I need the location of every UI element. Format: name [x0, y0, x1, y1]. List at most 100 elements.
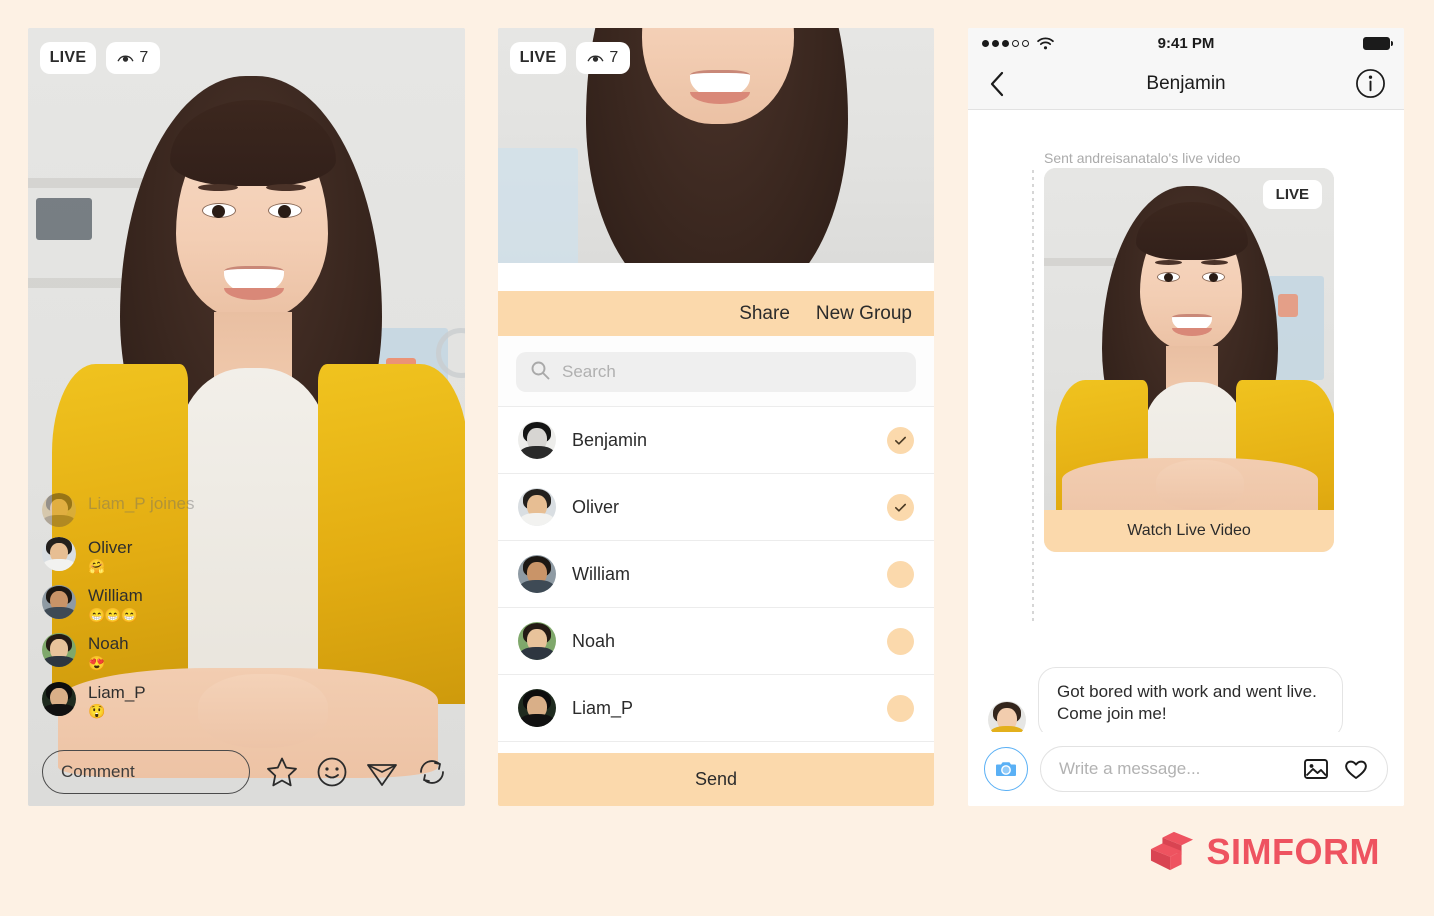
recipient-name: Benjamin: [572, 429, 648, 450]
thread-connector: [1032, 170, 1034, 625]
list-item: William 😁😁😁: [42, 584, 372, 623]
camera-icon[interactable]: [984, 747, 1028, 791]
viewer-count-value: 7: [139, 49, 149, 66]
photo-pupil: [1209, 273, 1218, 282]
list-item: Liam_P 😲: [42, 681, 372, 720]
list-item: Noah 😍: [42, 633, 372, 671]
brand-name: SIMFORM: [1206, 831, 1380, 872]
photo-pupil: [278, 205, 291, 218]
avatar: [42, 681, 76, 716]
live-action-bar: Comment: [42, 750, 451, 794]
status-bar-time: 9:41 PM: [1157, 34, 1215, 52]
live-badge: LIVE: [1262, 180, 1322, 209]
photo-pupil: [1164, 273, 1173, 282]
live-stream-screen: LIVE 7 Liam_P joines Oliver 🤗 William 😁😁…: [28, 28, 465, 806]
search-box[interactable]: [516, 352, 916, 392]
avatar: [518, 488, 556, 526]
comment-author: Liam_P: [88, 682, 146, 702]
ios-status-bar: 9:41 PM: [968, 28, 1404, 58]
avatar: [42, 492, 76, 527]
avatar: [42, 536, 76, 571]
photo-pupil: [212, 205, 225, 218]
live-video-feed-thumb: [1044, 168, 1334, 510]
avatar: [42, 633, 76, 668]
viewer-count-badge: 7: [106, 42, 160, 74]
smiley-icon[interactable]: [314, 754, 350, 790]
eye-icon: [587, 53, 604, 64]
photo-brow: [198, 184, 238, 191]
avatar: [518, 421, 556, 459]
photo-brow: [1155, 260, 1182, 265]
send-button[interactable]: Send: [498, 753, 934, 806]
share-video-preview: LIVE 7: [498, 28, 934, 263]
new-group-button[interactable]: New Group: [816, 303, 912, 325]
avatar: [518, 622, 556, 660]
heart-icon[interactable]: [1343, 756, 1369, 782]
avatar: [518, 555, 556, 593]
recipient-checkbox[interactable]: [887, 627, 914, 655]
recipient-name: William: [572, 563, 630, 584]
live-badge: LIVE: [510, 42, 566, 74]
star-icon[interactable]: [264, 754, 300, 790]
chat-nav-bar: Benjamin: [968, 58, 1404, 110]
recipient-checkbox[interactable]: [887, 560, 914, 588]
recipient-row[interactable]: Noah: [498, 607, 934, 674]
recipient-name: Noah: [572, 630, 616, 651]
photo-note: [1278, 294, 1298, 317]
viewer-count-value: 7: [609, 49, 619, 66]
avatar: [42, 584, 76, 619]
comment-input[interactable]: Comment: [42, 750, 250, 794]
recipient-row[interactable]: Liam_P: [498, 674, 934, 741]
recipient-checkbox[interactable]: [887, 426, 914, 454]
screenshot-canvas: LIVE 7 Liam_P joines Oliver 🤗 William 😁😁…: [0, 0, 1434, 916]
photo-hands: [1156, 460, 1244, 510]
list-item: Liam_P joines: [42, 492, 372, 527]
chat-message-input[interactable]: [1059, 759, 1289, 779]
watch-live-video-button[interactable]: Watch Live Video: [1044, 510, 1334, 552]
battery-full-icon: [1363, 36, 1393, 50]
comment-author: Noah: [88, 634, 129, 654]
photo-whiteboard: [498, 148, 578, 263]
incoming-message: Got bored with work and went live. Come …: [988, 667, 1343, 740]
photo-shelf: [1044, 258, 1118, 266]
shared-video-caption: Sent andreisanatalo's live video: [1044, 150, 1241, 166]
photo-brow: [1201, 260, 1228, 265]
page-title: Benjamin: [1146, 72, 1226, 94]
refresh-icon[interactable]: [414, 754, 450, 790]
photo-shelf: [28, 278, 134, 288]
comment-join-notice: Liam_P joines: [88, 493, 195, 513]
share-sheet-screen: LIVE 7 Share New Group Search Benjamin O…: [498, 28, 934, 806]
shared-live-video-card[interactable]: LIVE Watch Live Video: [1044, 168, 1334, 552]
comment-emoji: 😍: [88, 654, 105, 671]
chat-thread: Sent andreisanatalo's live video LIVE Wa…: [968, 110, 1404, 806]
share-button[interactable]: Share: [739, 303, 790, 325]
eye-icon: [117, 53, 134, 64]
live-comment-list: Liam_P joines Oliver 🤗 William 😁😁😁 Noah …: [42, 492, 372, 720]
recipient-row[interactable]: Oliver: [498, 473, 934, 540]
recipient-name: Oliver: [572, 496, 620, 517]
recipient-checkbox[interactable]: [887, 493, 914, 521]
image-icon[interactable]: [1303, 756, 1329, 782]
shared-video-thumbnail: LIVE: [1044, 168, 1334, 510]
photo-object: [36, 198, 92, 240]
list-item: Oliver 🤗: [42, 536, 372, 575]
recipient-row[interactable]: William: [498, 540, 934, 607]
photo-brow: [266, 184, 306, 191]
search-icon: [530, 360, 550, 385]
share-sheet-body: Benjamin Oliver William: [498, 336, 934, 806]
viewer-count-badge: 7: [576, 42, 630, 74]
recipient-checkbox[interactable]: [887, 694, 914, 722]
live-badge: LIVE: [40, 42, 96, 74]
message-bubble: Got bored with work and went live. Come …: [1038, 667, 1343, 740]
recipient-name: Liam_P: [572, 697, 634, 718]
comment-emoji: 🤗: [88, 558, 105, 575]
chat-message-field[interactable]: [1040, 746, 1388, 792]
simform-logo-icon: [1149, 830, 1195, 874]
search-input[interactable]: [562, 362, 902, 382]
comment-author: William: [88, 585, 143, 605]
recipient-row[interactable]: Benjamin: [498, 406, 934, 473]
chat-input-bar: [968, 732, 1404, 806]
comment-emoji: 😲: [88, 703, 105, 720]
search-container: [498, 336, 934, 406]
send-icon[interactable]: [364, 754, 400, 790]
